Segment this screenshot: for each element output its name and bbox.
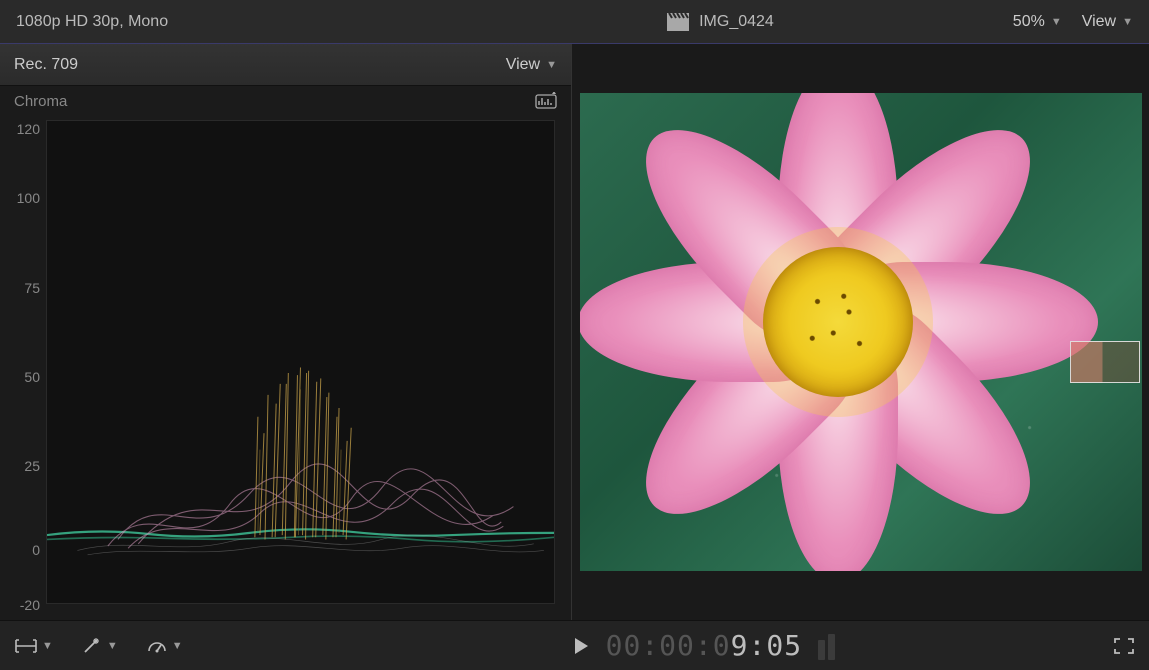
scope-settings-button[interactable]: [535, 92, 557, 110]
chevron-down-icon: ▼: [172, 640, 183, 652]
clapper-icon: [667, 13, 689, 31]
scope-colorspace: Rec. 709: [14, 56, 78, 74]
chevron-down-icon: ▼: [1051, 16, 1062, 28]
top-bar: 1080p HD 30p, Mono IMG_0424 50% ▼ View ▼: [0, 0, 1149, 44]
clip-title-group: IMG_0424: [667, 13, 774, 31]
y-tick: 50: [24, 369, 40, 385]
timecode-display[interactable]: 00:00:09:05: [606, 629, 802, 662]
scope-view-dropdown[interactable]: View ▼: [506, 56, 557, 74]
scope-mode-label: Chroma: [14, 93, 67, 110]
y-tick: 100: [17, 190, 40, 206]
clip-name: IMG_0424: [699, 13, 774, 31]
scope-y-axis: 120 100 75 50 25 0 -20: [8, 114, 42, 610]
zoom-value: 50%: [1013, 13, 1045, 31]
fullscreen-button[interactable]: [1113, 637, 1135, 655]
enhance-wand-button[interactable]: ▼: [81, 636, 118, 656]
viewer-canvas: [580, 93, 1142, 571]
y-tick: 0: [32, 542, 40, 558]
scope-view-label: View: [506, 56, 540, 74]
chevron-down-icon: ▼: [1122, 16, 1133, 28]
scope-plot: 120 100 75 50 25 0 -20: [8, 114, 559, 610]
selection-overlay[interactable]: [1070, 341, 1140, 383]
y-tick: 25: [24, 458, 40, 474]
y-tick: 120: [17, 121, 40, 137]
viewer-subject-flower: [580, 93, 1099, 571]
main-area: Rec. 709 View ▼ Chroma 120 100 75 50 25 …: [0, 44, 1149, 620]
zoom-dropdown[interactable]: 50% ▼: [1013, 13, 1062, 31]
scope-waveform[interactable]: [46, 120, 555, 604]
range-selection-button[interactable]: ▼: [14, 637, 53, 655]
play-button[interactable]: [572, 636, 590, 656]
timecode-dim: 00:00:0: [606, 629, 731, 662]
chevron-down-icon: ▼: [107, 640, 118, 652]
audio-meter: [818, 632, 844, 660]
timecode-lit: 9:05: [731, 629, 802, 662]
viewer[interactable]: [572, 44, 1149, 620]
chevron-down-icon: ▼: [546, 59, 557, 71]
y-tick: -20: [20, 597, 40, 613]
viewer-view-dropdown[interactable]: View ▼: [1082, 13, 1133, 31]
clip-format-label: 1080p HD 30p, Mono: [16, 13, 168, 31]
scope-header: Rec. 709 View ▼: [0, 44, 571, 86]
retime-speed-button[interactable]: ▼: [146, 636, 183, 656]
viewer-view-label: View: [1082, 13, 1116, 31]
scopes-panel: Rec. 709 View ▼ Chroma 120 100 75 50 25 …: [0, 44, 572, 620]
chevron-down-icon: ▼: [42, 640, 53, 652]
scope-subheader: Chroma: [0, 86, 571, 110]
bottom-toolbar: ▼ ▼ ▼ 00:00:09:05: [0, 620, 1149, 670]
y-tick: 75: [24, 280, 40, 296]
